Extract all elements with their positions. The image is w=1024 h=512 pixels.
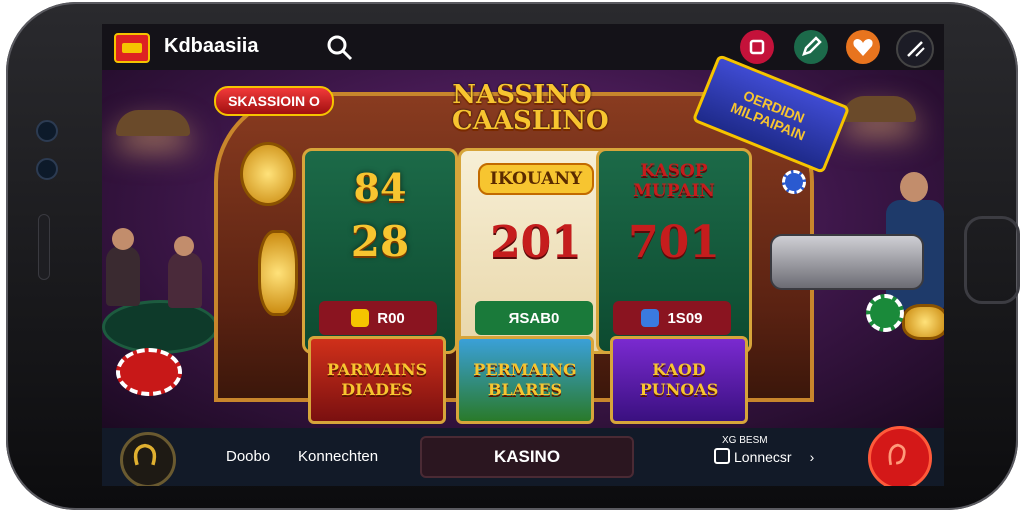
connect-label: Lonnecsr › (714, 448, 824, 466)
edit-icon[interactable] (794, 30, 828, 64)
connect-button[interactable]: XG BESM Lonnecsr › (714, 436, 824, 466)
horseshoe-icon[interactable] (120, 432, 176, 486)
gold-pile (902, 304, 944, 340)
poker-chip-blue (782, 170, 806, 194)
nav-item-2[interactable]: Konnechten (298, 448, 378, 465)
reel-center-value: 201 (490, 217, 582, 268)
person-left-head (112, 228, 134, 250)
pen-icon[interactable] (896, 30, 934, 68)
game-card-2-line-2: BLARES (487, 380, 563, 399)
poker-chip-red (116, 348, 182, 396)
heart-icon[interactable] (846, 30, 880, 64)
ticket-icon (351, 309, 370, 327)
reel-center[interactable]: IKOUANY 201 ЯSAB0 (458, 148, 614, 354)
speaker-grill (38, 214, 50, 280)
reel-left-button[interactable]: R00 (319, 301, 437, 335)
reel-left-bottom-value: 28 (350, 217, 410, 266)
search-icon[interactable] (326, 34, 354, 62)
ticket-icon (641, 309, 660, 327)
slot-lever[interactable] (770, 234, 924, 290)
session-banner[interactable]: SKASSIOIN O (214, 86, 334, 116)
game-card-2-line-1: PERMAING (473, 360, 577, 379)
reel-center-banner-text: IKOUANY (477, 163, 595, 195)
title-line-1: NASSINO (452, 80, 592, 110)
game-card-1-line-2: DIADES (341, 380, 413, 399)
stop-icon[interactable] (740, 30, 774, 64)
game-card-3[interactable]: KAOD PUNOAS (610, 336, 748, 424)
reel-left-top-value: 84 (353, 165, 407, 210)
sensor (36, 158, 58, 180)
home-button[interactable] (964, 216, 1020, 304)
connect-label-text: Lonnecsr (734, 449, 792, 465)
reel-right[interactable]: KASOP MUPAIN 701 1S09 (596, 148, 752, 354)
bottom-nav-bar: Doobo Konnechten KASINO XG BESM Lonnecsr… (102, 426, 944, 486)
app-title: Kdbaasiia (164, 35, 259, 57)
casino-title: NASSINO CAASLINO (452, 80, 609, 136)
app-logo[interactable] (114, 33, 150, 63)
reel-center-button[interactable]: ЯSAB0 (475, 301, 593, 335)
person-right-head (900, 172, 928, 202)
phone-frame: Kdbaasiia SKASSIOIN O NASSINO CAASLINO O… (6, 2, 1020, 510)
gold-coin-large (240, 142, 296, 206)
front-camera (36, 120, 58, 142)
game-card-3-line-1: KAOD (652, 360, 706, 379)
gold-coin-side (258, 230, 298, 316)
reel-right-value: 701 (628, 217, 720, 268)
game-card-3-line-2: PUNOAS (639, 380, 719, 399)
reel-right-title-2: MUPAIN (633, 181, 715, 201)
person-middle (168, 252, 202, 308)
reel-right-title-1: KASOP (640, 161, 708, 181)
poker-chip-green (866, 294, 904, 332)
reel-right-button-label: 1S09 (667, 309, 703, 327)
game-card-1[interactable]: PARMAINS DIADES (308, 336, 446, 424)
title-line-2: CAASLINO (452, 106, 609, 136)
reel-center-banner: IKOUANY (461, 163, 611, 195)
screen: Kdbaasiia SKASSIOIN O NASSINO CAASLINO O… (102, 24, 944, 486)
lamp-right (842, 96, 916, 122)
lamp-left (116, 110, 190, 136)
kasino-button[interactable]: KASINO (420, 436, 634, 478)
reel-left-button-label: R00 (377, 309, 405, 327)
connect-sublabel: XG BESM (722, 435, 768, 446)
chevron-right-icon: › (809, 449, 815, 465)
top-bar: Kdbaasiia (102, 24, 944, 70)
reel-right-button[interactable]: 1S09 (613, 301, 731, 335)
person-middle-head (174, 236, 194, 256)
game-card-2[interactable]: PERMAING BLARES (456, 336, 594, 424)
nav-item-1[interactable]: Doobo (226, 448, 270, 465)
poker-table (102, 300, 218, 354)
lock-icon (714, 448, 730, 464)
person-left (106, 246, 140, 306)
spin-button[interactable] (868, 426, 932, 486)
game-card-1-line-1: PARMAINS (326, 360, 428, 379)
reel-left[interactable]: 84 28 R00 (302, 148, 458, 354)
